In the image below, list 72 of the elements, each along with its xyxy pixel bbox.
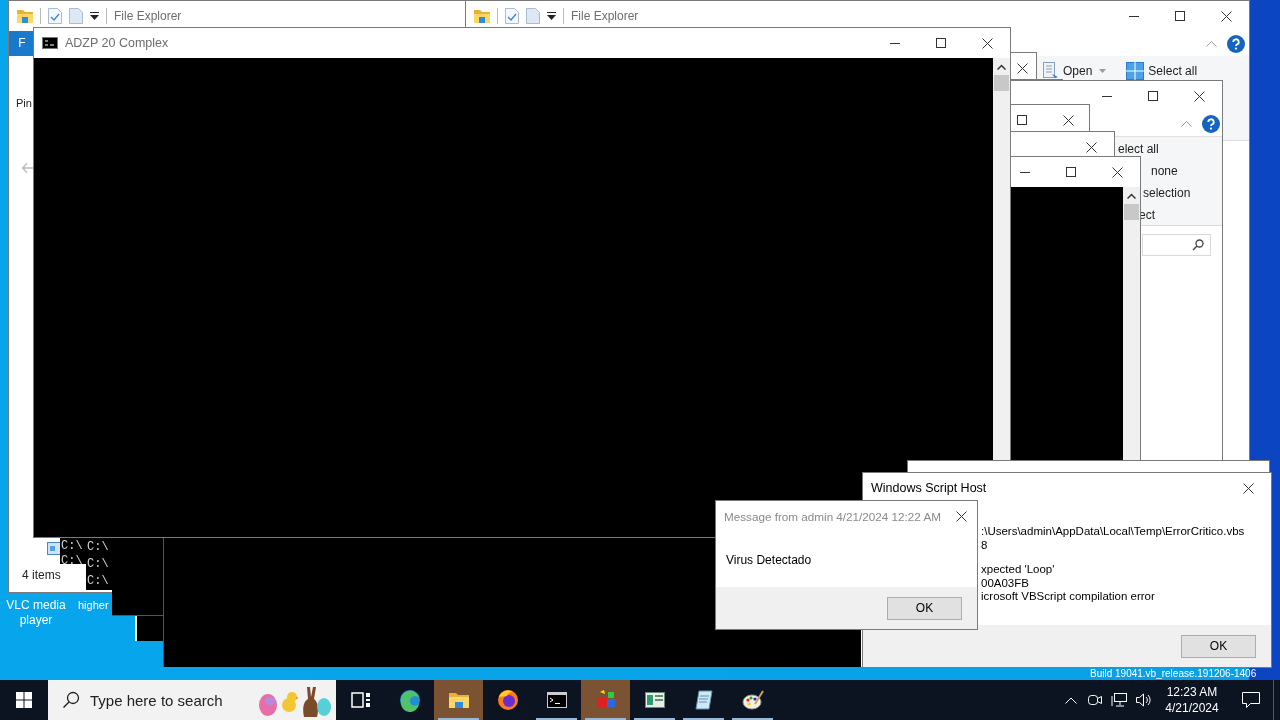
close-icon[interactable] — [1016, 62, 1028, 74]
search-icon — [62, 691, 80, 709]
window-title: ADZP 20 Complex — [65, 36, 169, 50]
console-text: C:\ — [87, 556, 110, 573]
ribbon-button[interactable]: elect all — [1118, 138, 1222, 160]
folder-icon[interactable] — [474, 9, 490, 23]
close-icon[interactable] — [1085, 141, 1097, 153]
close-icon[interactable] — [1242, 482, 1254, 494]
window-title: File Explorer — [571, 9, 639, 23]
maximize-icon[interactable] — [936, 38, 946, 48]
close-icon[interactable] — [1062, 114, 1074, 126]
error-text: 8 — [981, 538, 989, 552]
console-icon — [42, 37, 58, 49]
ribbon-button[interactable]: Open — [1063, 64, 1093, 78]
console-text: C:\ — [87, 573, 110, 590]
flame-globe-icon — [495, 688, 520, 712]
notifications-icon[interactable] — [1242, 692, 1260, 708]
checked-page-icon[interactable] — [505, 8, 519, 24]
console-text: C:\ — [61, 554, 84, 569]
search-field[interactable] — [1142, 234, 1211, 256]
ribbon-button[interactable]: Select all — [1148, 64, 1198, 78]
window-title: File Explorer — [114, 9, 182, 23]
file-tab[interactable]: F — [9, 31, 35, 56]
window-title: Message from admin 4/21/2024 12:22 AM — [724, 509, 941, 523]
file-icon[interactable] — [47, 542, 63, 555]
clock-time[interactable]: 12:23 AM — [1166, 684, 1218, 700]
error-text: xpected 'Loop' — [981, 563, 1056, 577]
close-icon[interactable] — [981, 37, 993, 49]
checked-page-icon[interactable] — [48, 8, 62, 24]
swirl-icon — [397, 688, 422, 712]
folder-icon[interactable] — [17, 9, 33, 23]
error-text: icrosoft VBScript compilation error — [981, 590, 1155, 604]
maximize-icon[interactable] — [1066, 167, 1076, 177]
clock-date[interactable]: 4/21/2024 — [1165, 700, 1219, 716]
scroll-up-icon[interactable] — [997, 64, 1006, 70]
network-icon[interactable] — [1111, 692, 1127, 708]
back-arrow-icon[interactable] — [21, 162, 35, 174]
message-text: Virus Detectado — [725, 552, 813, 567]
camera-icon[interactable] — [1087, 692, 1103, 708]
help-icon[interactable] — [1227, 34, 1245, 53]
console-text: C:\ — [87, 539, 110, 556]
error-text: :\Users\admin\AppData\Local\Temp\ErrorCritico.vbs — [981, 525, 1245, 539]
windows-logo-icon — [16, 692, 32, 708]
volume-icon[interactable] — [1135, 692, 1151, 708]
nav-item[interactable]: Pin — [16, 97, 32, 109]
close-icon[interactable] — [1111, 166, 1123, 178]
scroll-thumb[interactable] — [994, 75, 1009, 91]
dropdown-caret-icon[interactable] — [90, 12, 99, 20]
close-icon[interactable] — [1193, 90, 1205, 102]
search-field[interactable]: Type here to search — [90, 691, 246, 709]
maximize-icon[interactable] — [1148, 91, 1158, 101]
palette-icon — [740, 688, 765, 712]
ok-button[interactable]: OK — [1181, 634, 1256, 658]
search-icon — [1192, 239, 1204, 251]
close-icon[interactable] — [1220, 10, 1232, 22]
build-info: Build 19041.vb_release.191206-1406 — [1090, 668, 1257, 680]
window-title: Windows Script Host — [871, 481, 987, 495]
error-text: 00A03FB — [981, 576, 1030, 590]
dropdown-caret-icon[interactable] — [547, 12, 556, 20]
scroll-thumb[interactable] — [1124, 204, 1139, 220]
ok-button[interactable]: OK — [887, 596, 962, 620]
grid-icon[interactable] — [1126, 62, 1145, 80]
open-icon[interactable] — [1043, 62, 1059, 80]
ribbon-button[interactable]: none — [1151, 160, 1222, 182]
scroll-up-icon[interactable] — [1127, 193, 1136, 199]
help-icon[interactable] — [1202, 114, 1220, 133]
ribbon-button[interactable]: selection — [1143, 182, 1222, 204]
maximize-icon[interactable] — [1175, 11, 1185, 21]
close-icon[interactable] — [955, 510, 967, 522]
maximize-icon[interactable] — [1017, 115, 1027, 125]
status-text: 4 items — [22, 568, 61, 582]
console-text: C:\ — [61, 539, 84, 554]
